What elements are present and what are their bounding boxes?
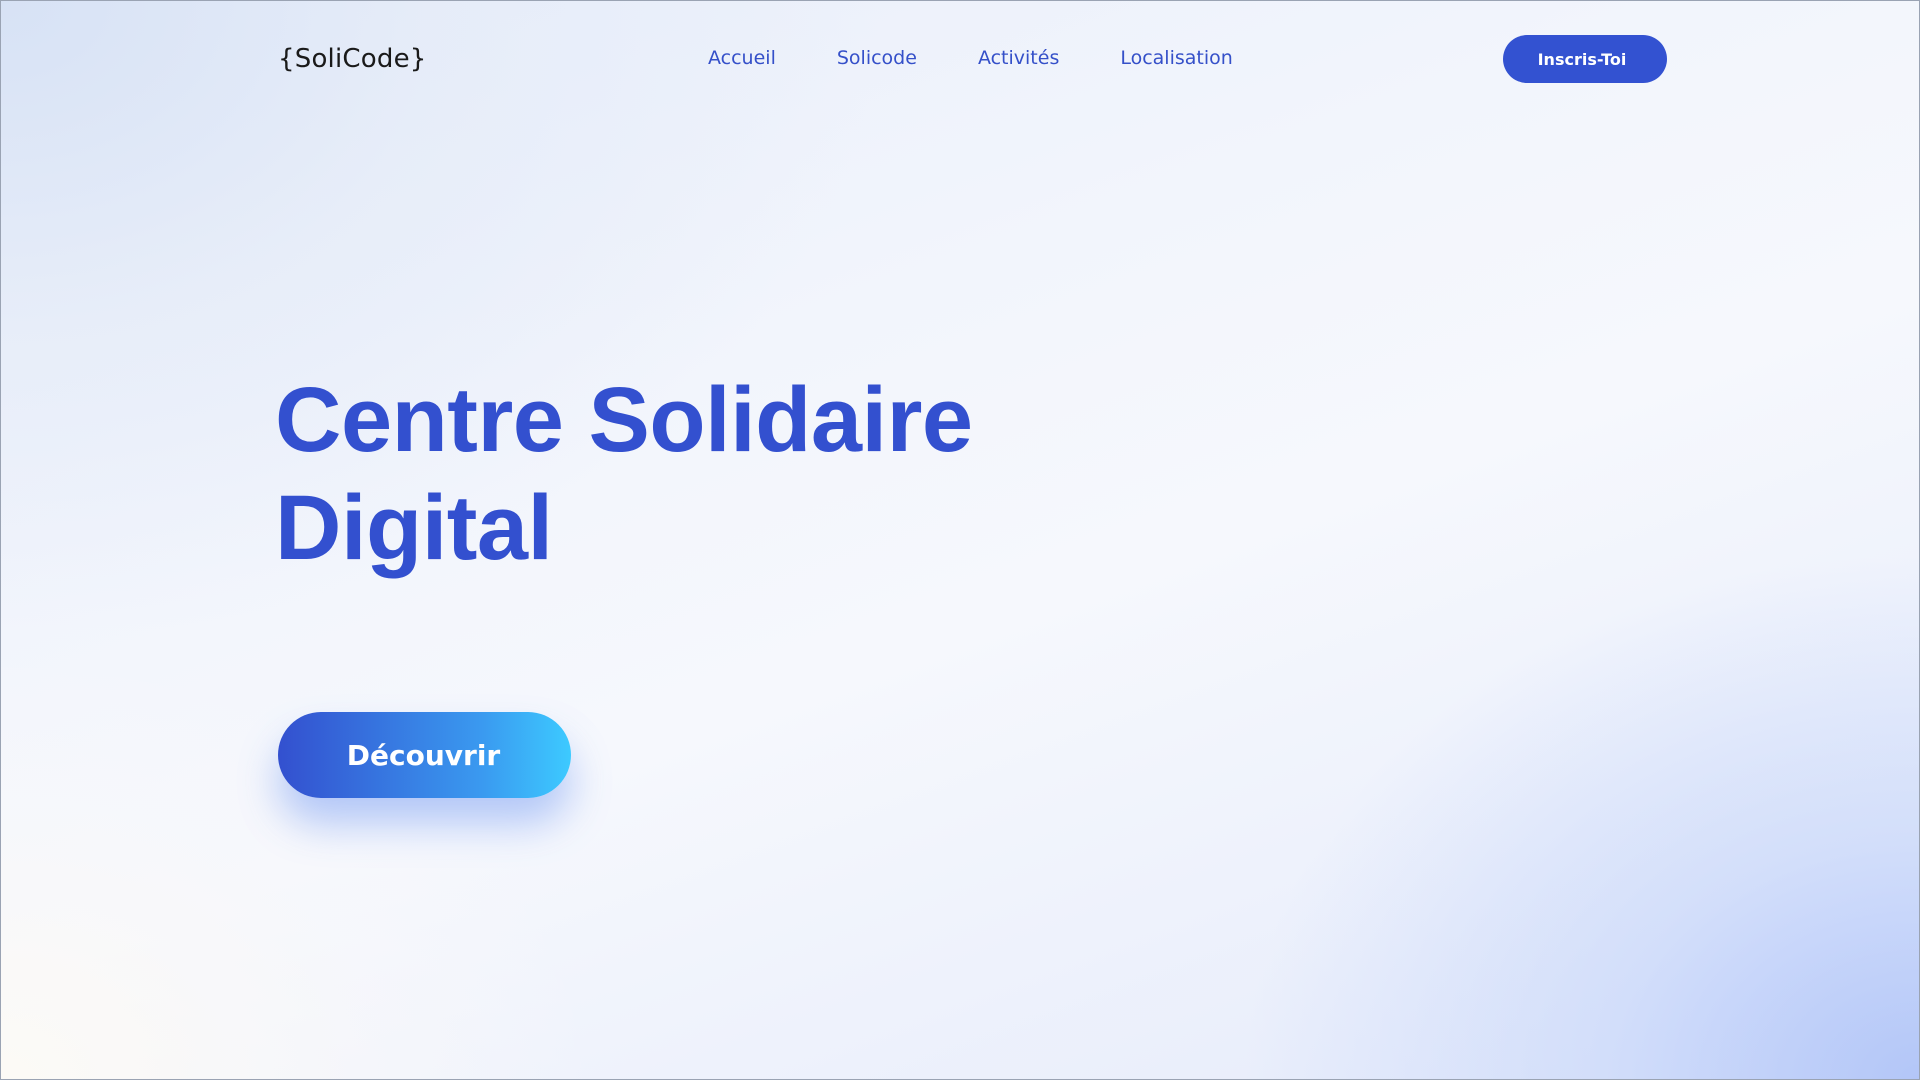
nav-link-localisation[interactable]: Localisation — [1120, 47, 1232, 69]
site-logo[interactable]: {SoliCode} — [278, 44, 427, 74]
nav-link-solicode[interactable]: Solicode — [837, 47, 917, 69]
main-nav: Accueil Solicode Activités Localisation — [708, 47, 1294, 69]
discover-button[interactable]: Découvrir — [278, 712, 571, 798]
hero-title-line-1: Centre Solidaire — [275, 369, 973, 471]
hero-title-line-2: Digital — [275, 477, 553, 579]
nav-link-accueil[interactable]: Accueil — [708, 47, 776, 69]
signup-button[interactable]: Inscris-Toi — [1503, 35, 1667, 83]
hero-title: Centre Solidaire Digital — [275, 366, 1035, 582]
nav-link-activites[interactable]: Activités — [978, 47, 1059, 69]
